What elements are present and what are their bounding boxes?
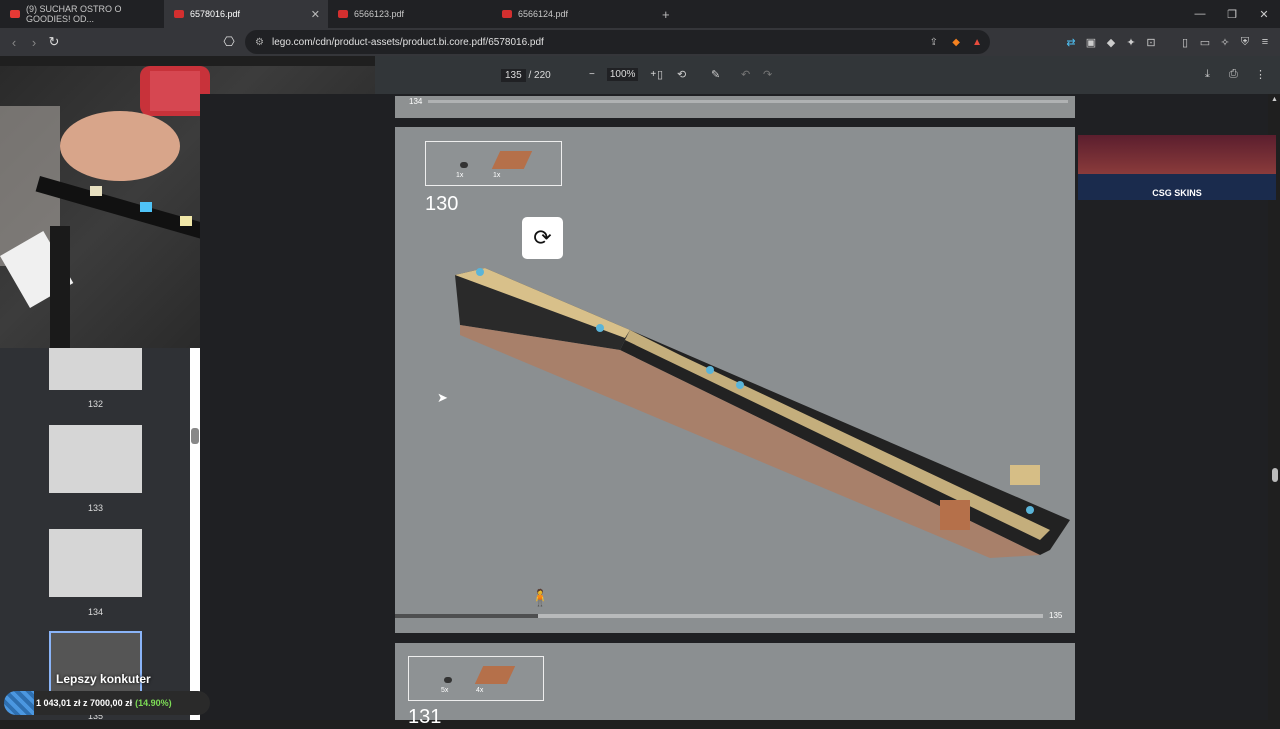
print-icon[interactable]: ⎙ xyxy=(1229,68,1238,81)
tab-youtube[interactable]: (9) SUCHAR OSTRO O GOODIES! OD... xyxy=(0,0,164,28)
part-quantity: 5x xyxy=(441,687,449,694)
extension-icon[interactable]: ⊡ xyxy=(1144,35,1158,49)
leo-icon[interactable]: ✧ xyxy=(1218,35,1232,49)
brave-rewards-icon[interactable]: ▲ xyxy=(972,37,982,48)
zoom-level[interactable]: 100% xyxy=(606,68,639,81)
restore-icon[interactable]: ❐ xyxy=(1216,0,1248,28)
bookmark-icon[interactable]: ⎔ xyxy=(219,34,239,50)
page-number: 134 xyxy=(409,97,423,106)
more-options-icon[interactable]: ⋮ xyxy=(1255,68,1266,81)
thumbnail-label: 134 xyxy=(87,607,104,617)
window-controls: — ❐ ✕ xyxy=(1184,0,1280,28)
tab-pdf-6578016[interactable]: 6578016.pdf ✕ xyxy=(164,0,328,28)
download-icon[interactable]: ⤓ xyxy=(1205,68,1210,81)
wallet-icon[interactable]: ▭ xyxy=(1198,35,1212,49)
parts-list-box: 5x 4x xyxy=(408,656,544,701)
lego-icon xyxy=(502,10,512,18)
donation-text: 1 043,01 zł z 7000,00 zł xyxy=(36,698,133,708)
part-quantity: 1x xyxy=(456,172,464,179)
part-image xyxy=(460,162,468,168)
pdf-toolbar: 135 / 220 − 100% + ▯ ⟲ ✎ ↶ ↷ ⤓ ⎙ ⋮ xyxy=(375,56,1280,94)
thumbnail-label: 133 xyxy=(87,503,104,513)
donation-goal-bar: 1 043,01 zł z 7000,00 zł (14.90%) xyxy=(4,691,210,715)
scroll-up-icon[interactable]: ▲ xyxy=(1271,96,1278,106)
forward-icon[interactable]: › xyxy=(24,35,44,50)
tab-label: (9) SUCHAR OSTRO O GOODIES! OD... xyxy=(26,4,122,24)
extension-icon[interactable]: ▣ xyxy=(1084,35,1098,49)
page-total: / 220 xyxy=(528,70,551,81)
thumbnail-label: 132 xyxy=(87,399,104,409)
page-divider xyxy=(428,100,1068,103)
annotate-icon[interactable]: ✎ xyxy=(711,68,720,81)
parts-list-box: 1x 1x xyxy=(425,141,562,186)
mouse-cursor-icon: ➤ xyxy=(437,390,448,405)
rotate-model-icon: ⟳ xyxy=(522,217,563,259)
extensions-area: ⇄ ▣ ◆ ✦ ⊡ ▯ ▭ ✧ ⛨ ≡ xyxy=(1064,28,1272,56)
reload-icon[interactable]: ↻ xyxy=(44,34,64,50)
sidebar-icon[interactable]: ▯ xyxy=(1178,35,1192,49)
share-icon[interactable]: ⇪ xyxy=(930,37,938,48)
sidebar-scrollbar[interactable] xyxy=(190,348,200,720)
thumbnail-page[interactable] xyxy=(49,529,142,597)
minifigure-icon: 🧍 xyxy=(530,590,550,607)
site-info-icon[interactable]: ⚙ xyxy=(255,37,264,48)
address-toolbar: ‹ › ↻ ⎔ ⚙ lego.com/cdn/product-assets/pr… xyxy=(0,28,1280,56)
step-number: 130 xyxy=(425,193,459,215)
rotate-icon[interactable]: ⟲ xyxy=(677,68,686,81)
tab-pdf-6566123[interactable]: 6566123.pdf xyxy=(328,0,492,28)
close-icon[interactable]: ✕ xyxy=(311,8,320,21)
part-quantity: 4x xyxy=(476,687,484,694)
lego-model-illustration xyxy=(455,268,1070,558)
page-number-input[interactable]: 135 xyxy=(501,69,526,82)
fit-page-icon[interactable]: ▯ xyxy=(657,68,663,81)
part-image xyxy=(491,151,533,169)
page-progress-bar xyxy=(395,614,1043,618)
redo-icon[interactable]: ↷ xyxy=(763,68,772,81)
brave-shield-icon[interactable]: ◆ xyxy=(952,37,960,48)
vpn-icon[interactable]: ⛨ xyxy=(1238,35,1252,49)
translate-icon[interactable]: ⇄ xyxy=(1064,35,1078,49)
tab-pdf-6566124[interactable]: 6566124.pdf xyxy=(492,0,656,28)
zoom-out-icon[interactable]: − xyxy=(589,69,595,80)
stream-overlay-title: Lepszy konkuter xyxy=(56,672,151,686)
ad-brand: CSG SKINS xyxy=(1152,188,1202,198)
step-number: 131 xyxy=(408,706,442,728)
page-indicator: 135 / 220 xyxy=(501,69,551,82)
tab-strip: (9) SUCHAR OSTRO O GOODIES! OD... 657801… xyxy=(0,0,1280,28)
page-number: 135 xyxy=(1049,611,1063,620)
donation-progress xyxy=(4,691,34,715)
lego-icon xyxy=(174,10,184,18)
sidebar-scroll-thumb[interactable] xyxy=(191,428,199,444)
thumbnail-page[interactable] xyxy=(49,348,142,390)
close-window-icon[interactable]: ✕ xyxy=(1248,0,1280,28)
url-text: lego.com/cdn/product-assets/product.bi.c… xyxy=(271,36,544,48)
menu-icon[interactable]: ≡ xyxy=(1258,35,1272,49)
thumbnail-page-selected[interactable] xyxy=(49,631,142,699)
thumbnail-page[interactable] xyxy=(49,425,142,493)
url-bar[interactable]: ⚙ lego.com/cdn/product-assets/product.bi… xyxy=(245,30,990,54)
new-tab-button[interactable]: + xyxy=(662,7,670,22)
part-quantity: 1x xyxy=(493,172,501,179)
tab-label: 6566124.pdf xyxy=(518,9,569,19)
youtube-icon xyxy=(10,10,20,18)
undo-icon[interactable]: ↶ xyxy=(741,68,750,81)
donation-percent: (14.90%) xyxy=(135,698,172,708)
zoom-controls: − 100% + xyxy=(589,68,656,81)
part-image xyxy=(444,677,452,683)
lego-icon xyxy=(338,10,348,18)
extension-icon[interactable]: ◆ xyxy=(1104,35,1118,49)
minimize-icon[interactable]: — xyxy=(1184,0,1216,28)
page-scroll-thumb[interactable] xyxy=(1272,468,1278,482)
puzzle-icon[interactable]: ✦ xyxy=(1124,35,1138,49)
tab-label: 6566123.pdf xyxy=(354,9,405,19)
tab-label: 6578016.pdf xyxy=(190,9,241,19)
back-icon[interactable]: ‹ xyxy=(4,35,24,50)
ad-banner[interactable]: CSG SKINS xyxy=(1078,135,1276,200)
zoom-in-icon[interactable]: + xyxy=(650,69,656,80)
progress-fill xyxy=(395,614,538,618)
part-image xyxy=(474,666,516,684)
